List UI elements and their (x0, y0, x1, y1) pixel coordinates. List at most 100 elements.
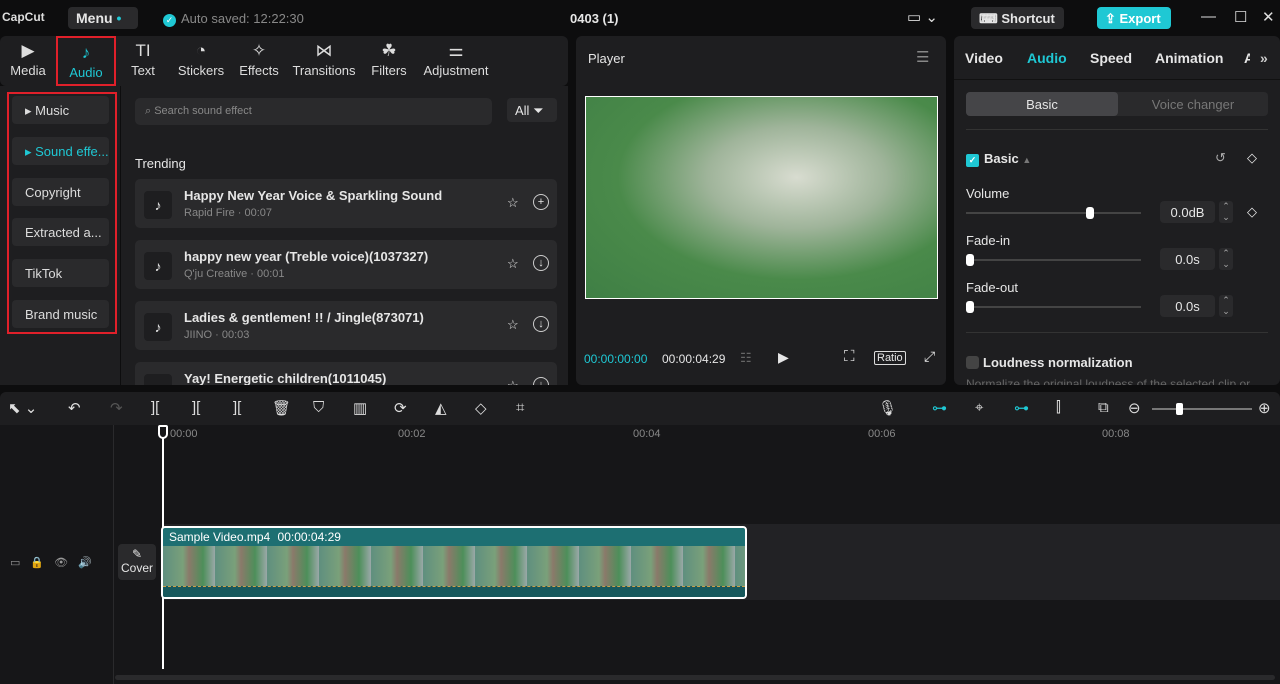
horizontal-scrollbar[interactable] (115, 675, 1275, 680)
player-menu-icon[interactable]: ☰ (916, 48, 929, 66)
zoom-out-icon[interactable]: ⊖ (1128, 399, 1141, 417)
sidebar-item-sound-effects[interactable]: ▸ Sound effe... (12, 137, 109, 165)
tab-audio-properties[interactable]: Audio (1027, 50, 1067, 66)
effects-icon: ✧ (251, 41, 267, 60)
zoom-slider-knob[interactable] (1176, 403, 1183, 415)
fade-in-slider[interactable] (966, 254, 1141, 266)
more-tabs-icon[interactable]: » (1260, 50, 1268, 66)
sidebar-item-copyright[interactable]: Copyright (12, 178, 109, 206)
tab-video[interactable]: Video (965, 50, 1003, 66)
linkage-icon[interactable]: ⊶ (1014, 399, 1029, 417)
filter-button[interactable]: All ⏷ (507, 98, 557, 122)
close-button[interactable]: ✕ (1262, 8, 1275, 26)
layout-icon[interactable]: ▭ ⌄ (907, 8, 938, 26)
fit-screen-icon[interactable]: ⛶ (844, 348, 855, 365)
volume-slider-knob[interactable] (1086, 207, 1095, 219)
fade-out-knob[interactable] (966, 301, 974, 313)
tab-media[interactable]: ▶ Media (4, 36, 52, 86)
sound-item[interactable]: ♪ Ladies & gentlemen! !! / Jingle(873071)… (135, 301, 557, 350)
basic-checkbox[interactable]: ✓ (966, 154, 979, 167)
menu-button[interactable]: Menu • ⌄ (68, 7, 138, 42)
shortcut-button[interactable]: ⌨ Shortcut (971, 7, 1064, 29)
delete-icon[interactable]: 🗑 (272, 399, 291, 417)
redo-icon[interactable]: ↷ (110, 399, 123, 417)
sound-item[interactable]: ♪ Yay! Energetic children(1011045) ☆ ↓ (135, 362, 557, 385)
reverse-icon[interactable]: ⟳ (394, 399, 407, 417)
zoom-slider[interactable] (1152, 403, 1252, 415)
favorite-icon[interactable]: ☆ (507, 256, 519, 272)
add-icon[interactable]: + (533, 194, 549, 210)
segment-basic[interactable]: Basic (966, 92, 1118, 116)
auto-snap-icon[interactable]: ⌖ (975, 399, 983, 416)
menu-label: Menu (76, 10, 113, 26)
download-icon[interactable]: ↓ (533, 316, 549, 332)
playhead-handle[interactable] (158, 425, 168, 439)
fade-out-slider[interactable] (966, 301, 1141, 313)
preview-axis-icon[interactable]: ⫿ (1056, 399, 1061, 416)
undo-icon[interactable]: ↶ (68, 399, 81, 417)
tab-adjustment[interactable]: ⚌ Adjustment (420, 36, 492, 86)
reset-icon[interactable]: ↺ (1215, 150, 1226, 166)
video-preview[interactable] (585, 96, 938, 299)
microphone-icon[interactable]: 🎙 (878, 399, 897, 417)
favorite-icon[interactable]: ☆ (507, 195, 519, 211)
sidebar-item-brand-music[interactable]: Brand music (12, 300, 109, 328)
volume-slider[interactable] (966, 207, 1141, 219)
split-left-icon[interactable]: ][ (192, 399, 200, 416)
favorite-icon[interactable]: ☆ (507, 317, 519, 333)
search-input[interactable]: ⌕ Search sound effect (135, 98, 492, 125)
fade-out-stepper[interactable]: ⌃ ⌄ (1219, 295, 1233, 317)
tab-text[interactable]: TI Text (122, 36, 164, 86)
cover-button[interactable]: ✎ Cover (118, 544, 156, 580)
screenshot-icon[interactable]: ⧉ (1098, 399, 1109, 416)
tab-animation[interactable]: Animation (1155, 50, 1223, 66)
maximize-button[interactable]: ☐ (1234, 8, 1247, 26)
volume-stepper[interactable]: ⌃ ⌄ (1219, 201, 1233, 223)
tab-speed[interactable]: Speed (1090, 50, 1132, 66)
ratio-button[interactable]: Ratio (874, 351, 906, 365)
sound-item[interactable]: ♪ Happy New Year Voice & Sparkling Sound R… (135, 179, 557, 228)
clip-name: Sample Video.mp4 00:00:04:29 (169, 530, 341, 544)
favorite-icon[interactable]: ☆ (507, 378, 519, 385)
keyframe-icon[interactable]: ◇ (1247, 150, 1257, 166)
tab-stickers[interactable]: ◔ Stickers (174, 36, 228, 86)
split-right-icon[interactable]: ][ (233, 399, 241, 416)
segment-voice-changer[interactable]: Voice changer (1118, 92, 1268, 116)
fade-out-value[interactable]: 0.0s (1160, 295, 1215, 317)
video-clip[interactable]: Sample Video.mp4 00:00:04:29 (161, 526, 747, 599)
fade-in-knob[interactable] (966, 254, 974, 266)
tab-effects[interactable]: ✧ Effects (236, 36, 282, 86)
tab-filters[interactable]: ☘ Filters (368, 36, 410, 86)
mask-icon[interactable]: ⛉ (313, 399, 324, 416)
tab-transitions[interactable]: ⋈ Transitions (290, 36, 358, 86)
mirror-icon[interactable]: ◭ (435, 399, 447, 417)
sidebar-item-extracted-audio[interactable]: Extracted a... (12, 218, 109, 246)
track-controls[interactable]: ▭🔒👁🔊 (10, 556, 102, 569)
sidebar-item-music[interactable]: ▸ Music (12, 96, 109, 124)
select-tool-icon[interactable]: ⬉ ⌄ (8, 399, 37, 417)
minimize-button[interactable]: — (1201, 8, 1216, 25)
split-icon[interactable]: ][ (151, 399, 159, 416)
sidebar-item-tiktok[interactable]: TikTok (12, 259, 109, 287)
download-icon[interactable]: ↓ (533, 377, 549, 385)
fade-in-stepper[interactable]: ⌃ ⌄ (1219, 248, 1233, 270)
sound-item[interactable]: ♪ happy new year (Treble voice)(1037327) Q… (135, 240, 557, 289)
download-icon[interactable]: ↓ (533, 255, 549, 271)
play-button[interactable]: ▶ (778, 349, 789, 366)
fullscreen-icon[interactable]: ⤢ (924, 348, 935, 365)
crop-icon[interactable]: ⌗ (516, 399, 524, 416)
volume-keyframe-icon[interactable]: ◇ (1247, 204, 1257, 220)
tab-more[interactable]: A (1244, 50, 1250, 66)
volume-value[interactable]: 0.0dB (1160, 201, 1215, 223)
timeline-grid-icon[interactable]: ☷ (740, 350, 752, 366)
freeze-icon[interactable]: ▥ (353, 399, 367, 417)
rotate-icon[interactable]: ◇ (475, 399, 487, 417)
loudness-checkbox[interactable] (966, 356, 979, 369)
zoom-in-icon[interactable]: ⊕ (1258, 399, 1271, 417)
main-track-magnet-icon[interactable]: ⊶ (932, 399, 947, 417)
fade-in-value[interactable]: 0.0s (1160, 248, 1215, 270)
basic-section-header[interactable]: ✓ Basic ▲ (966, 151, 1031, 167)
export-button[interactable]: ⇪ Export (1097, 7, 1171, 29)
tab-audio[interactable]: ♪ Audio (56, 36, 116, 86)
loudness-normalization[interactable]: Loudness normalization (966, 355, 1133, 370)
